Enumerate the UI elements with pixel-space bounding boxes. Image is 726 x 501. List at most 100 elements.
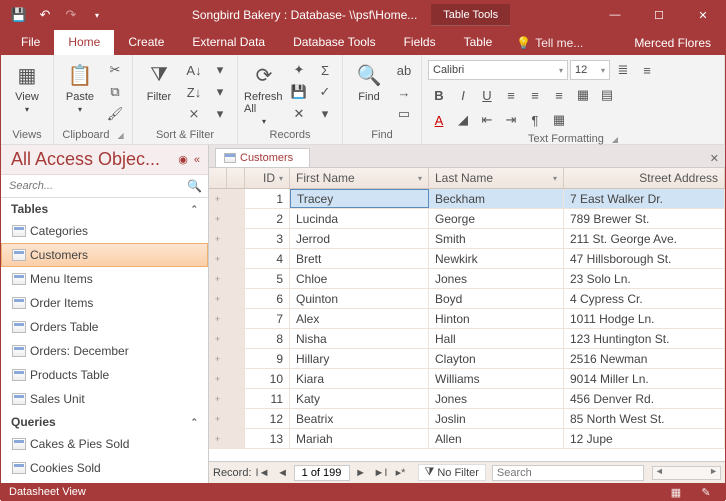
user-name[interactable]: Merced Flores bbox=[620, 31, 725, 55]
expand-row-icon[interactable]: + bbox=[209, 349, 227, 368]
horizontal-scrollbar[interactable] bbox=[652, 466, 721, 480]
cell-street-address[interactable]: 123 Huntington St. bbox=[564, 329, 725, 348]
expand-row-icon[interactable]: + bbox=[209, 269, 227, 288]
cell-id[interactable]: 9 bbox=[245, 349, 290, 368]
cell-first-name[interactable]: Kiara bbox=[290, 369, 429, 388]
cell-street-address[interactable]: 85 North West St. bbox=[564, 409, 725, 428]
expand-row-icon[interactable]: + bbox=[209, 329, 227, 348]
cell-first-name[interactable]: Jerrod bbox=[290, 229, 429, 248]
format-painter-icon[interactable]: 🖌 bbox=[104, 103, 126, 125]
bullets-icon[interactable]: ≣ bbox=[612, 59, 634, 81]
save-record-icon[interactable]: 💾 bbox=[288, 81, 310, 103]
view-datasheet-icon[interactable]: ▦ bbox=[665, 486, 687, 499]
table-row[interactable]: +4BrettNewkirk47 Hillsborough St. bbox=[209, 249, 725, 269]
first-record-icon[interactable]: I◄ bbox=[254, 464, 272, 482]
row-selector[interactable] bbox=[227, 389, 245, 408]
totals-icon[interactable]: Σ bbox=[314, 59, 336, 81]
cell-last-name[interactable]: Beckham bbox=[429, 189, 564, 208]
cell-id[interactable]: 13 bbox=[245, 429, 290, 448]
textfmt-launcher-icon[interactable]: ◢ bbox=[612, 135, 618, 144]
expand-row-icon[interactable]: + bbox=[209, 209, 227, 228]
nav-item-menu-items[interactable]: Menu Items bbox=[1, 267, 208, 291]
row-selector[interactable] bbox=[227, 429, 245, 448]
table-row[interactable]: +2LucindaGeorge789 Brewer St. bbox=[209, 209, 725, 229]
table-row[interactable]: +13MariahAllen12 Jupe bbox=[209, 429, 725, 449]
toggle-filter-icon[interactable]: ▾ bbox=[209, 103, 231, 125]
expand-row-icon[interactable]: + bbox=[209, 409, 227, 428]
undo-icon[interactable]: ↶ bbox=[33, 4, 57, 26]
col-header-street-address[interactable]: Street Address bbox=[564, 168, 725, 188]
nav-item-cakes-pies-sold[interactable]: Cakes & Pies Sold bbox=[1, 432, 208, 456]
cell-last-name[interactable]: Allen bbox=[429, 429, 564, 448]
more-records-icon[interactable]: ▾ bbox=[314, 103, 336, 125]
cell-last-name[interactable]: Jones bbox=[429, 269, 564, 288]
expand-row-icon[interactable]: + bbox=[209, 249, 227, 268]
cell-street-address[interactable]: 4 Cypress Cr. bbox=[564, 289, 725, 308]
tab-create[interactable]: Create bbox=[114, 30, 178, 55]
cell-id[interactable]: 3 bbox=[245, 229, 290, 248]
nav-item-categories[interactable]: Categories bbox=[1, 219, 208, 243]
expand-row-icon[interactable]: + bbox=[209, 429, 227, 448]
row-selector[interactable] bbox=[227, 409, 245, 428]
cell-street-address[interactable]: 47 Hillsborough St. bbox=[564, 249, 725, 268]
select-icon[interactable]: ▭ bbox=[393, 103, 415, 125]
sort-asc-icon[interactable]: A↓ bbox=[183, 59, 205, 81]
redo-icon[interactable]: ↷ bbox=[59, 4, 83, 26]
expand-row-icon[interactable]: + bbox=[209, 289, 227, 308]
nav-group-queries[interactable]: Queries⌃ bbox=[1, 411, 208, 432]
expand-row-icon[interactable]: + bbox=[209, 309, 227, 328]
cell-street-address[interactable]: 23 Solo Ln. bbox=[564, 269, 725, 288]
remove-sort-icon[interactable]: ⨯ bbox=[183, 103, 205, 125]
font-name-combo[interactable]: Calibri▾ bbox=[428, 60, 568, 80]
nav-pane-title[interactable]: All Access Objec... bbox=[11, 149, 160, 170]
nav-item-products-table[interactable]: Products Table bbox=[1, 363, 208, 387]
delete-record-icon[interactable]: ✕ bbox=[288, 103, 310, 125]
cell-id[interactable]: 12 bbox=[245, 409, 290, 428]
font-size-combo[interactable]: 12▾ bbox=[570, 60, 610, 80]
fill-color-icon[interactable]: ◢ bbox=[452, 109, 474, 131]
minimize-button[interactable]: — bbox=[593, 1, 637, 29]
cell-first-name[interactable]: Katy bbox=[290, 389, 429, 408]
cell-id[interactable]: 4 bbox=[245, 249, 290, 268]
cell-first-name[interactable]: Mariah bbox=[290, 429, 429, 448]
table-row[interactable]: +12BeatrixJoslin85 North West St. bbox=[209, 409, 725, 429]
gridlines-icon[interactable]: ▦ bbox=[572, 84, 594, 106]
underline-icon[interactable]: U bbox=[476, 84, 498, 106]
numbering-icon[interactable]: ≡ bbox=[636, 59, 658, 81]
nav-collapse-icon[interactable]: « bbox=[194, 154, 200, 166]
row-selector[interactable] bbox=[227, 209, 245, 228]
selection-filter-icon[interactable]: ▾ bbox=[209, 59, 231, 81]
expand-row-icon[interactable]: + bbox=[209, 369, 227, 388]
nav-item-order-items[interactable]: Order Items bbox=[1, 291, 208, 315]
cell-last-name[interactable]: Newkirk bbox=[429, 249, 564, 268]
nav-item-sales-unit[interactable]: Sales Unit bbox=[1, 387, 208, 411]
cell-id[interactable]: 2 bbox=[245, 209, 290, 228]
row-selector[interactable] bbox=[227, 369, 245, 388]
row-selector[interactable] bbox=[227, 289, 245, 308]
cell-first-name[interactable]: Chloe bbox=[290, 269, 429, 288]
copy-icon[interactable]: ⧉ bbox=[104, 81, 126, 103]
cell-last-name[interactable]: Williams bbox=[429, 369, 564, 388]
table-row[interactable]: +8NishaHall123 Huntington St. bbox=[209, 329, 725, 349]
cell-street-address[interactable]: 789 Brewer St. bbox=[564, 209, 725, 228]
record-position-input[interactable] bbox=[294, 465, 350, 481]
nav-item-customers[interactable]: Customers bbox=[1, 243, 208, 267]
col-header-last-name[interactable]: Last Name▾ bbox=[429, 168, 564, 188]
sort-desc-icon[interactable]: Z↓ bbox=[183, 81, 205, 103]
cell-last-name[interactable]: Boyd bbox=[429, 289, 564, 308]
expand-row-icon[interactable]: + bbox=[209, 229, 227, 248]
alt-row-color-icon[interactable]: ▤ bbox=[596, 84, 618, 106]
tab-file[interactable]: File bbox=[7, 30, 54, 55]
qat-customize-icon[interactable]: ▾ bbox=[85, 4, 109, 26]
document-tab-customers[interactable]: Customers bbox=[215, 148, 310, 167]
cell-first-name[interactable]: Beatrix bbox=[290, 409, 429, 428]
cell-id[interactable]: 8 bbox=[245, 329, 290, 348]
table-row[interactable]: +7AlexHinton1011 Hodge Ln. bbox=[209, 309, 725, 329]
cell-id[interactable]: 6 bbox=[245, 289, 290, 308]
cell-id[interactable]: 5 bbox=[245, 269, 290, 288]
indent-dec-icon[interactable]: ⇤ bbox=[476, 109, 498, 131]
cell-street-address[interactable]: 9014 Miller Ln. bbox=[564, 369, 725, 388]
cell-last-name[interactable]: Hall bbox=[429, 329, 564, 348]
close-button[interactable]: ✕ bbox=[681, 1, 725, 29]
tab-fields[interactable]: Fields bbox=[390, 30, 450, 55]
